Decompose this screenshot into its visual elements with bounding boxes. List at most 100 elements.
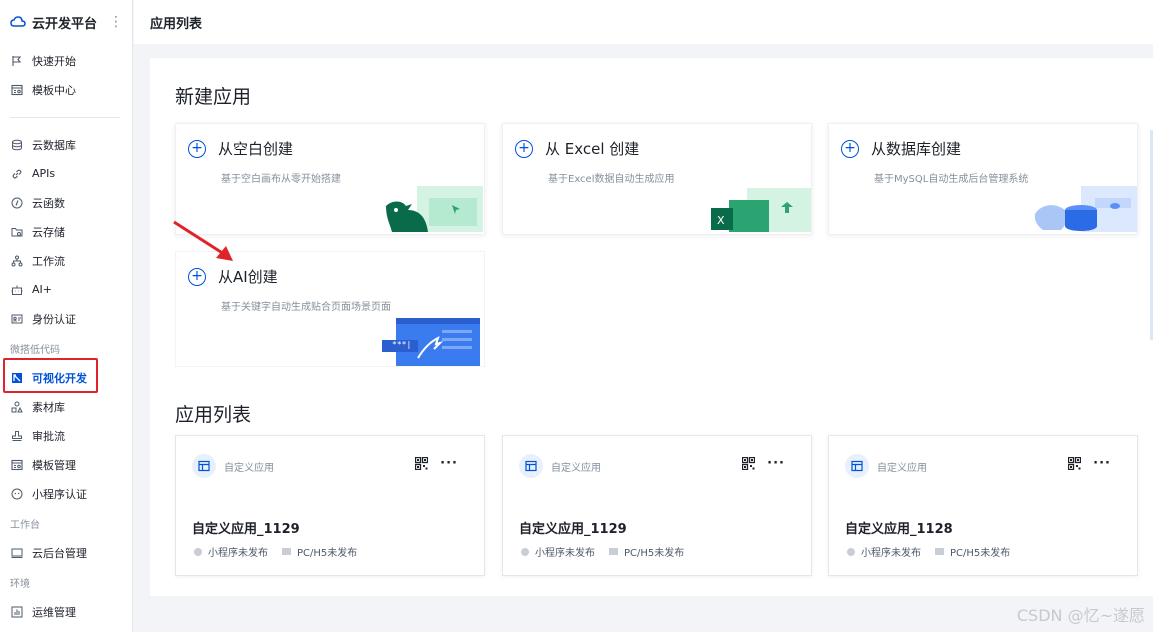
sidebar-item-storage[interactable]: 云存储: [0, 217, 132, 246]
monitor-status-icon: [609, 548, 618, 555]
template-icon: [10, 458, 24, 472]
card-description: 基于关键字自动生成贴合页面场景页面: [221, 302, 391, 313]
page-title: 应用列表: [150, 16, 203, 32]
create-from-ai-card[interactable]: + 从AI创建 基于关键字自动生成贴合页面场景页面 ***|: [175, 251, 485, 367]
app-card[interactable]: 自定义应用 ··· 自定义应用_1129 小程序未发布 PC/H5未发布: [175, 435, 485, 576]
database-icon: [10, 138, 24, 152]
robot-icon: [10, 283, 24, 297]
sidebar-item-label: AI+: [32, 283, 52, 296]
sidebar-item-admin[interactable]: 云后台管理: [0, 538, 132, 567]
app-status: 小程序未发布 PC/H5未发布: [847, 544, 1010, 559]
sidebar-item-template-mgmt[interactable]: 模板管理: [0, 450, 132, 479]
app-card-header: 自定义应用: [192, 454, 274, 478]
status-dot-icon: [521, 547, 529, 556]
create-from-excel-card[interactable]: + 从 Excel 创建 基于Excel数据自动生成应用 X: [502, 123, 812, 235]
app-card[interactable]: 自定义应用 ··· 自定义应用_1129 小程序未发布 PC/H5未发布: [502, 435, 812, 576]
status-dot-icon: [847, 547, 855, 556]
sidebar-item-label: 素材库: [32, 400, 65, 414]
chart-icon: [10, 605, 24, 619]
brand[interactable]: 云开发平台 ⋮: [0, 0, 132, 44]
create-from-database-card[interactable]: + 从数据库创建 基于MySQL自动生成后台管理系统: [828, 123, 1138, 235]
more-icon[interactable]: ···: [440, 456, 458, 471]
app-type: 自定义应用: [551, 462, 601, 474]
sidebar-item-materials[interactable]: 素材库: [0, 392, 132, 421]
card-description: 基于MySQL自动生成后台管理系统: [874, 174, 1029, 185]
app-status: 小程序未发布 PC/H5未发布: [194, 544, 357, 559]
app-actions: ···: [1068, 456, 1111, 471]
more-icon[interactable]: ···: [767, 456, 785, 471]
sidebar-item-label: 云数据库: [32, 138, 76, 152]
app-name: 自定义应用_1129: [519, 522, 627, 537]
miniprogram-status: 小程序未发布: [535, 548, 595, 559]
blank-canvas-illustration-icon: [386, 186, 483, 232]
app-card[interactable]: 自定义应用 ··· 自定义应用_1128 小程序未发布 PC/H5未发布: [828, 435, 1138, 576]
sidebar-item-label: 云存储: [32, 225, 65, 239]
svg-text:X: X: [717, 214, 725, 227]
card-header: + 从空白创建: [188, 138, 293, 159]
app-type: 自定义应用: [877, 462, 927, 474]
link-icon: [10, 167, 24, 181]
sidebar-item-quickstart[interactable]: 快速开始: [0, 46, 132, 75]
app-name: 自定义应用_1128: [845, 522, 953, 537]
monitor-status-icon: [282, 548, 291, 555]
sidebar-item-miniapp-cert[interactable]: 小程序认证: [0, 479, 132, 508]
red-arrow-icon: [173, 220, 233, 261]
sidebar-item-apis[interactable]: APIs: [0, 159, 132, 188]
app-layout-icon: [845, 454, 869, 478]
sidebar-item-approval[interactable]: 审批流: [0, 421, 132, 450]
card-title: 从 Excel 创建: [545, 140, 640, 158]
sidebar-item-templates[interactable]: 模板中心: [0, 75, 132, 104]
sidebar-item-label: 模板中心: [32, 83, 76, 97]
shapes-icon: [10, 400, 24, 414]
workflow-icon: [10, 254, 24, 268]
sidebar-item-auth[interactable]: 身份认证: [0, 304, 132, 333]
more-icon[interactable]: ···: [1093, 456, 1111, 471]
sidebar-item-label: 云函数: [32, 196, 65, 210]
sidebar-item-label: 身份认证: [32, 312, 76, 326]
stamp-icon: [10, 429, 24, 443]
mysql-database-illustration-icon: [1034, 186, 1137, 232]
plus-circle-icon: +: [515, 139, 533, 158]
card-header: + 从AI创建: [188, 266, 278, 287]
more-icon[interactable]: ⋮: [109, 14, 123, 30]
sidebar-item-workflow[interactable]: 工作流: [0, 246, 132, 275]
app-status: 小程序未发布 PC/H5未发布: [521, 544, 684, 559]
status-dot-icon: [194, 547, 202, 556]
monitor-status-icon: [935, 548, 944, 555]
miniprogram-status: 小程序未发布: [861, 548, 921, 559]
sidebar-item-functions[interactable]: 云函数: [0, 188, 132, 217]
plus-circle-icon: +: [188, 267, 206, 286]
divider: [10, 117, 120, 118]
miniprogram-status: 小程序未发布: [208, 548, 268, 559]
app-actions: ···: [415, 456, 458, 471]
qr-code-icon[interactable]: [1068, 457, 1082, 470]
sidebar-item-label: 模板管理: [32, 458, 76, 472]
sidebar-item-label: 快速开始: [32, 54, 76, 68]
create-section-title: 新建应用: [175, 86, 252, 108]
card-description: 基于空白画布从零开始搭建: [221, 174, 341, 185]
sidebar-item-label: 云后台管理: [32, 546, 87, 560]
folder-icon: [10, 225, 24, 239]
sidebar: 云开发平台 ⋮ 快速开始 模板中心 云数据库 APIs 云函数 云存储 工作流 …: [0, 0, 133, 632]
monitor-icon: [10, 546, 24, 560]
card-title: 从空白创建: [218, 140, 294, 158]
main-content: 新建应用 + 从空白创建 基于空白画布从零开始搭建 + 从 Excel 创建 基…: [150, 58, 1153, 596]
plus-circle-icon: +: [188, 139, 206, 158]
app-actions: ···: [742, 456, 785, 471]
card-description: 基于Excel数据自动生成应用: [548, 174, 675, 185]
plus-circle-icon: +: [841, 139, 859, 158]
web-status: PC/H5未发布: [297, 548, 358, 559]
list-section-title: 应用列表: [175, 404, 252, 426]
sidebar-item-ai[interactable]: AI+: [0, 275, 132, 304]
template-icon: [10, 83, 24, 97]
sidebar-item-database[interactable]: 云数据库: [0, 130, 132, 159]
sidebar-item-label: 运维管理: [32, 605, 76, 619]
card-header: + 从数据库创建: [841, 138, 961, 159]
app-layout-icon: [519, 454, 543, 478]
sidebar-item-ops[interactable]: 运维管理: [0, 597, 132, 626]
ai-input-text: ***|: [392, 340, 412, 349]
qr-code-icon[interactable]: [415, 457, 429, 470]
miniapp-icon: [10, 487, 24, 501]
app-card-header: 自定义应用: [519, 454, 601, 478]
qr-code-icon[interactable]: [742, 457, 756, 470]
